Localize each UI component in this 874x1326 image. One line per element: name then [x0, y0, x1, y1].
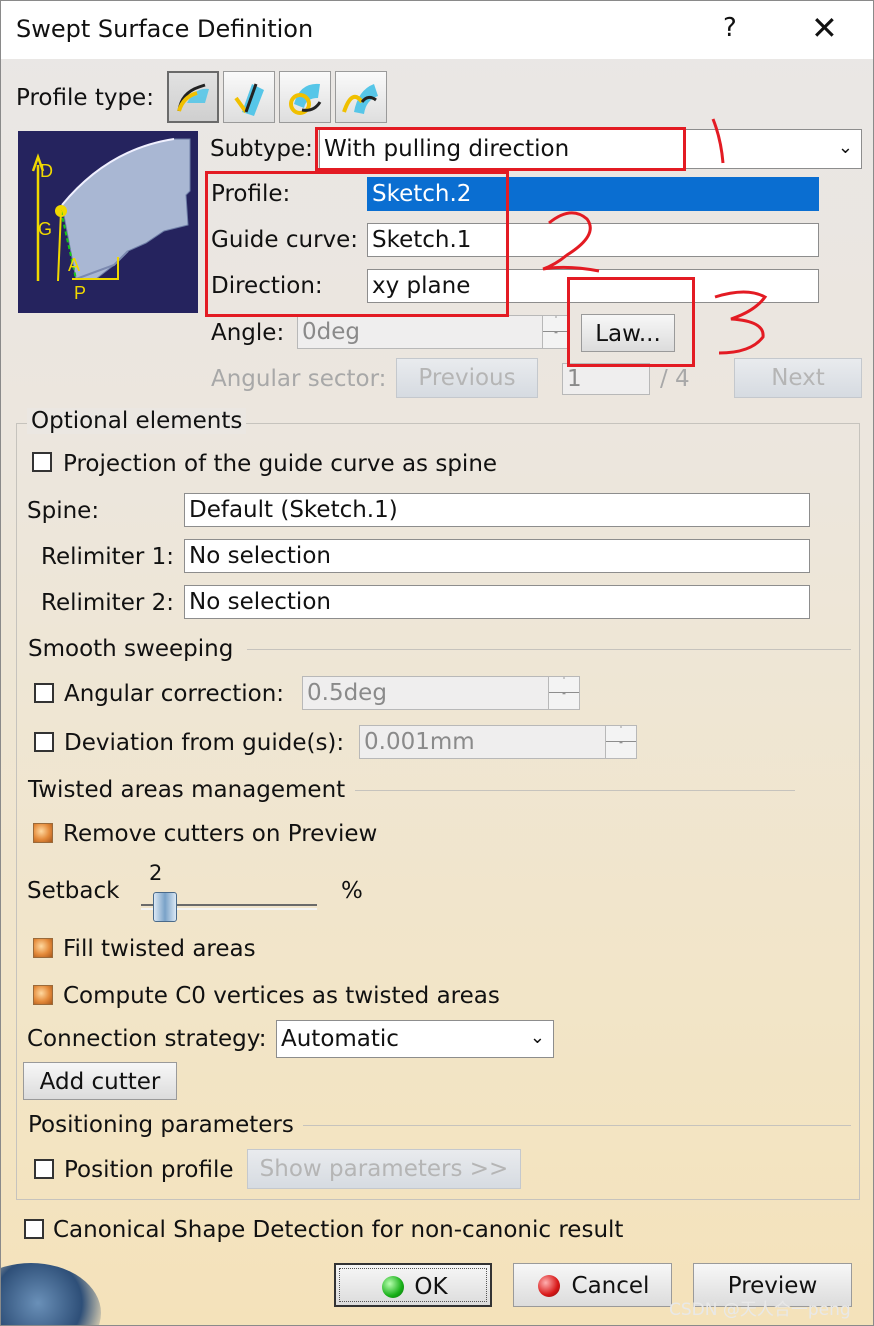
angular-sector-label: Angular sector:: [211, 366, 387, 392]
ok-button[interactable]: OK: [334, 1263, 492, 1307]
profile-line-button[interactable]: [223, 71, 275, 123]
smooth-sweeping-title: Smooth sweeping: [28, 636, 234, 662]
profile-circle-icon: [289, 83, 322, 115]
cancel-button[interactable]: Cancel: [513, 1263, 672, 1307]
profile-conic-button[interactable]: [335, 71, 387, 123]
relimiter1-label: Relimiter 1:: [41, 544, 174, 570]
next-button[interactable]: Next: [734, 358, 862, 398]
canonical-checkbox[interactable]: [24, 1219, 44, 1239]
angular-correction-checkbox[interactable]: [34, 683, 54, 703]
annotation-mark-2-icon: [542, 211, 600, 273]
chevron-down-icon: ⌄: [837, 137, 853, 158]
watermark: CSDN @天人合一peng: [669, 1300, 851, 1320]
deviation-spinner[interactable]: ˙ ˉ: [605, 725, 637, 759]
connection-strategy-combo[interactable]: Automatic ⌄: [276, 1020, 554, 1058]
setback-value: 2: [149, 861, 163, 885]
setback-unit: %: [341, 878, 363, 904]
profile-circle-button[interactable]: [279, 71, 331, 123]
position-profile-label: Position profile: [64, 1157, 234, 1183]
spin-up-icon: ˙: [549, 677, 579, 693]
profile-explicit-icon: [177, 83, 209, 112]
setback-label: Setback: [27, 878, 120, 904]
deviation-field[interactable]: 0.001mm: [359, 725, 606, 759]
positioning-parameters-title: Positioning parameters: [28, 1112, 294, 1138]
ok-label: OK: [414, 1274, 448, 1300]
decorative-globe-image: [1, 1263, 101, 1325]
projection-checkbox[interactable]: [32, 452, 52, 472]
compute-c0-label: Compute C0 vertices as twisted areas: [63, 983, 500, 1009]
spin-down-icon: ˉ: [553, 332, 559, 343]
window-title: Swept Surface Definition: [16, 15, 314, 43]
compute-c0-checkbox[interactable]: [33, 985, 53, 1005]
deviation-checkbox[interactable]: [34, 732, 54, 752]
profile-line-icon: [234, 83, 264, 116]
subtype-label: Subtype:: [210, 136, 313, 162]
cancel-red-icon: [538, 1275, 560, 1297]
twisted-areas-title: Twisted areas management: [28, 777, 346, 803]
sweep-preview-image: D G A P: [18, 131, 198, 313]
spine-label: Spine:: [27, 498, 100, 524]
fill-twisted-checkbox[interactable]: [33, 938, 53, 958]
annotation-box-2: [205, 171, 509, 317]
positioning-separator: [303, 1125, 851, 1126]
setback-slider-thumb[interactable]: [153, 892, 178, 922]
spin-down-icon: ˉ: [561, 693, 567, 704]
connection-strategy-value: Automatic: [281, 1026, 399, 1052]
annotation-mark-3-icon: [714, 290, 768, 355]
relimiter2-label: Relimiter 2:: [41, 590, 174, 616]
relimiter2-field[interactable]: No selection: [184, 585, 810, 619]
optional-elements-title: Optional elements: [27, 408, 247, 434]
remove-cutters-label: Remove cutters on Preview: [63, 821, 378, 847]
spin-up-icon: ˙: [606, 726, 636, 742]
sweep-diagram-icon: D G A P: [31, 138, 191, 303]
swept-surface-dialog: Swept Surface Definition ? ✕ Profile typ…: [0, 0, 874, 1326]
angular-sector-total: / 4: [660, 366, 690, 392]
annotation-box-1: [315, 127, 686, 171]
spine-field[interactable]: Default (Sketch.1): [184, 493, 810, 527]
preview-label-a: A: [68, 255, 80, 275]
previous-button[interactable]: Previous: [396, 358, 538, 398]
angular-correction-label: Angular correction:: [64, 681, 285, 707]
canonical-label: Canonical Shape Detection for non-canoni…: [53, 1217, 624, 1243]
profile-explicit-button[interactable]: [167, 71, 219, 123]
ok-green-icon: [382, 1276, 404, 1298]
angle-spinner[interactable]: ˙ ˉ: [542, 315, 570, 349]
annotation-mark-1-icon: [711, 118, 725, 164]
spin-down-icon: ˉ: [618, 742, 624, 753]
annotation-box-3: [567, 277, 695, 367]
chevron-down-icon: ⌄: [529, 1027, 545, 1048]
position-profile-checkbox[interactable]: [34, 1159, 54, 1179]
title-bar: Swept Surface Definition ? ✕: [1, 1, 873, 59]
close-button[interactable]: ✕: [811, 9, 838, 47]
remove-cutters-checkbox[interactable]: [33, 823, 53, 843]
twisted-areas-separator: [355, 790, 795, 791]
preview-label-d: D: [40, 161, 53, 181]
smooth-sweeping-separator: [247, 649, 851, 650]
add-cutter-button[interactable]: Add cutter: [23, 1062, 177, 1100]
projection-label: Projection of the guide curve as spine: [63, 451, 498, 477]
angular-sector-field[interactable]: 1: [562, 363, 650, 395]
angular-correction-spinner[interactable]: ˙ ˉ: [548, 676, 580, 710]
angle-field[interactable]: 0deg: [297, 315, 543, 349]
angle-label: Angle:: [211, 320, 285, 346]
help-button[interactable]: ?: [723, 13, 737, 43]
angular-correction-field[interactable]: 0.5deg: [302, 676, 549, 710]
cancel-label: Cancel: [571, 1273, 650, 1299]
preview-label-p: P: [74, 283, 86, 303]
preview-label-g: G: [38, 219, 52, 239]
spin-up-icon: ˙: [543, 316, 569, 332]
fill-twisted-label: Fill twisted areas: [63, 936, 256, 962]
show-parameters-button[interactable]: Show parameters >>: [247, 1149, 521, 1189]
deviation-label: Deviation from guide(s):: [64, 730, 345, 756]
relimiter1-field[interactable]: No selection: [184, 539, 810, 573]
profile-conic-icon: [342, 84, 378, 114]
connection-strategy-label: Connection strategy:: [27, 1026, 267, 1052]
profile-type-label: Profile type:: [16, 85, 154, 111]
